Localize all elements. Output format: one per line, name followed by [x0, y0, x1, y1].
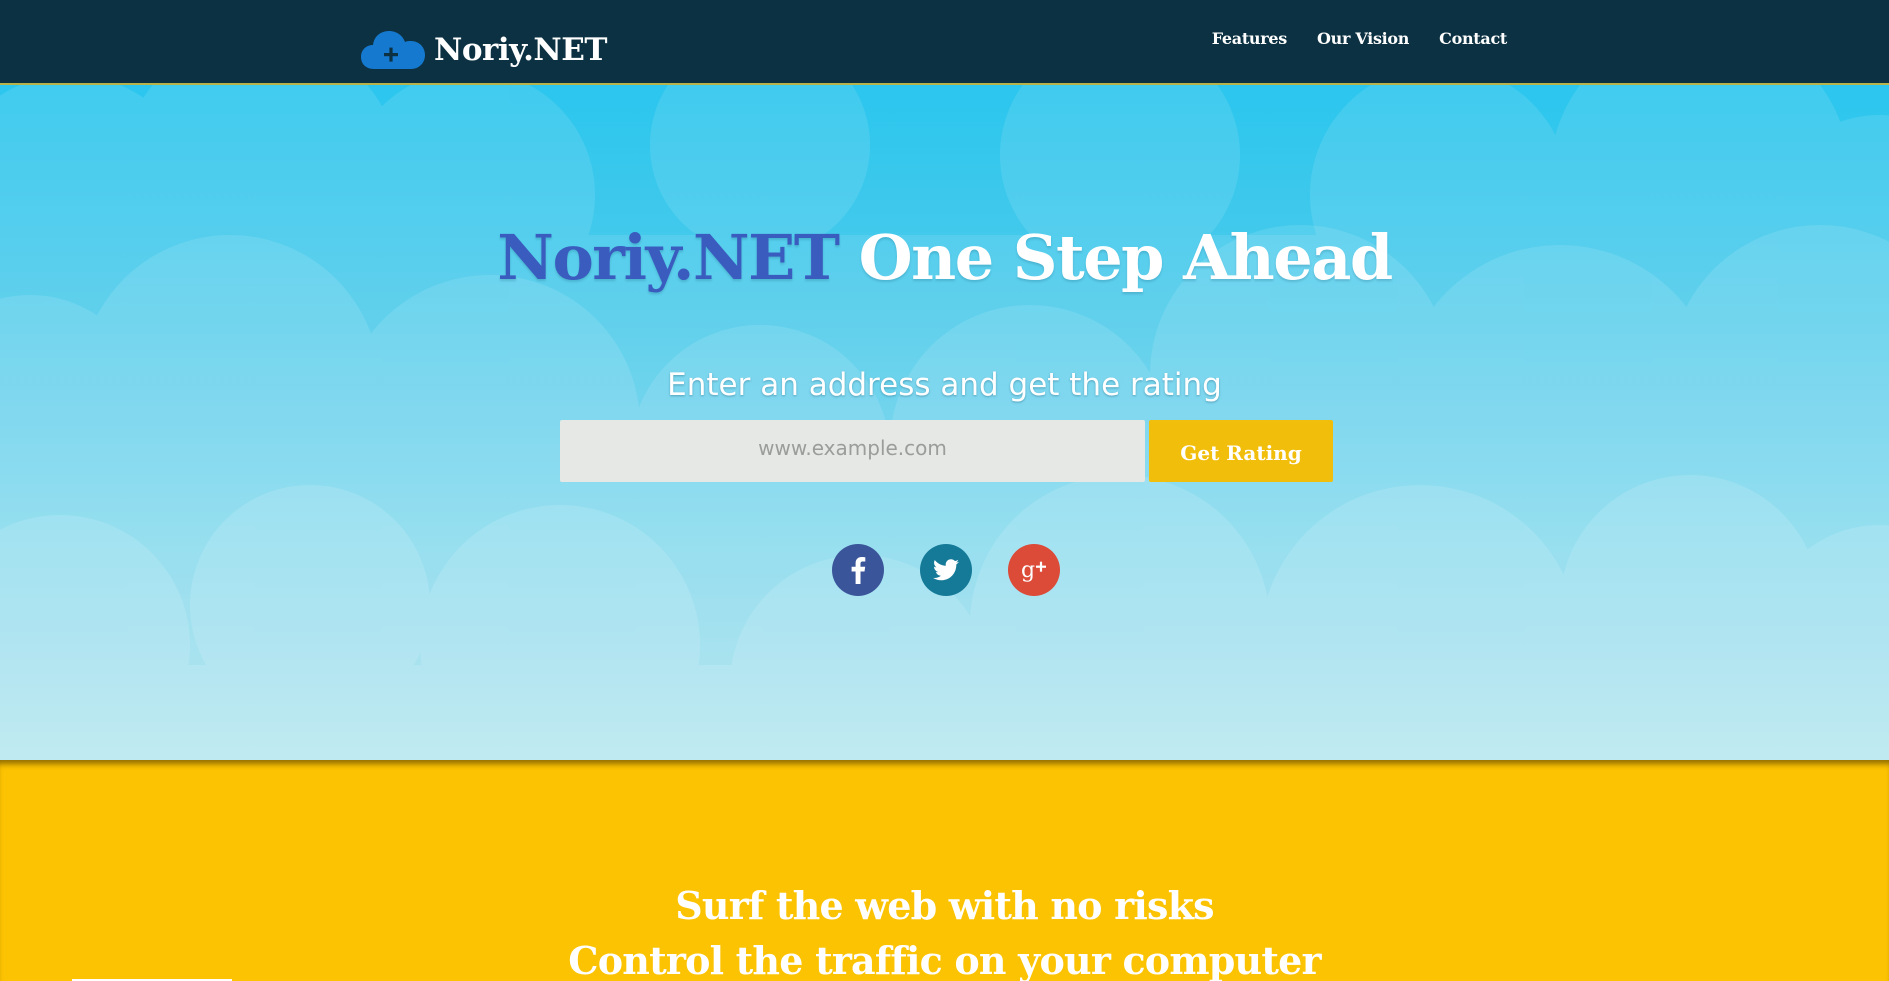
social-links: g: [832, 544, 1060, 596]
facebook-icon: [851, 557, 866, 584]
facebook-button[interactable]: [832, 544, 884, 596]
features-section: Surf the web with no risks Control the t…: [0, 760, 1889, 981]
nav-link-contact[interactable]: Contact: [1439, 29, 1507, 48]
hero-title-tagline: One Step Ahead: [838, 221, 1394, 294]
features-headline-2: Control the traffic on your computer: [568, 938, 1321, 981]
address-input[interactable]: [560, 420, 1145, 482]
google-plus-icon: g: [1021, 558, 1046, 583]
rating-form: Get Rating: [560, 420, 1333, 482]
brand-logo-link[interactable]: Noriy.NET: [360, 27, 607, 73]
navbar: Noriy.NET Features Our Vision Contact: [0, 0, 1889, 85]
main-nav: Features Our Vision Contact: [1212, 29, 1508, 48]
twitter-button[interactable]: [920, 544, 972, 596]
google-plus-button[interactable]: g: [1008, 544, 1060, 596]
cloud-plus-icon: [361, 31, 425, 69]
hero-subtitle: Enter an address and get the rating: [667, 367, 1222, 403]
brand-name: Noriy.NET: [434, 32, 607, 68]
nav-link-our-vision[interactable]: Our Vision: [1317, 29, 1409, 48]
twitter-icon: [933, 559, 959, 581]
hero-title-brand: Noriy.NET: [497, 221, 840, 294]
get-rating-button[interactable]: Get Rating: [1149, 420, 1333, 482]
nav-link-features[interactable]: Features: [1212, 29, 1288, 48]
features-headline-1: Surf the web with no risks: [675, 883, 1214, 928]
hero-title: Noriy.NET One Step Ahead: [0, 221, 1889, 294]
svg-text:g: g: [1021, 558, 1035, 583]
hero-section: Noriy.NET One Step Ahead Enter an addres…: [0, 85, 1889, 760]
